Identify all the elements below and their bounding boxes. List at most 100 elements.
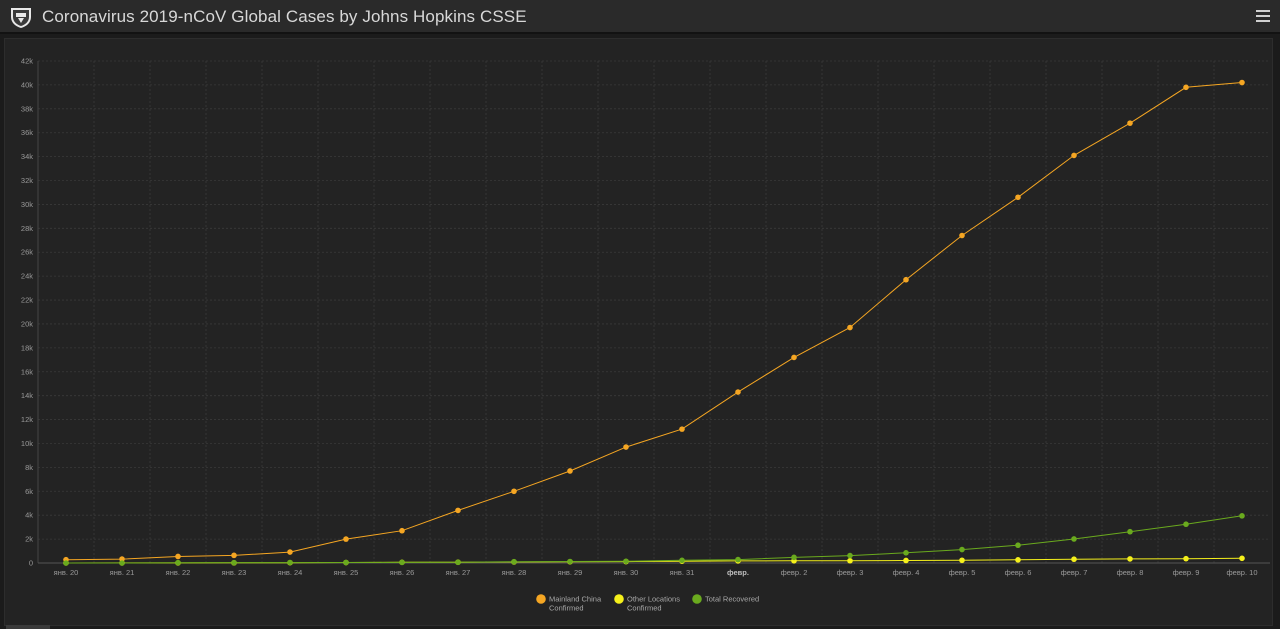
x-tick-label: февр. 7 — [1061, 568, 1088, 577]
data-point[interactable] — [679, 557, 685, 564]
y-tick-label: 36k — [21, 128, 33, 137]
data-point[interactable] — [455, 507, 461, 514]
data-point[interactable] — [287, 549, 293, 555]
data-point[interactable] — [1071, 536, 1077, 542]
y-tick-label: 18k — [21, 343, 33, 352]
data-point[interactable] — [1239, 513, 1245, 519]
y-axis: 0 2k 4k 6k 8k 10k 12k 14k 16k 18k 20k 22k 24k 26k 28k 3… — [21, 57, 39, 568]
data-point[interactable] — [679, 426, 685, 432]
x-tick-label: февр. 2 — [781, 568, 808, 577]
data-point[interactable] — [175, 553, 181, 560]
data-point[interactable] — [735, 556, 741, 563]
y-tick-label: 8k — [25, 463, 33, 472]
data-point[interactable] — [1071, 556, 1077, 563]
y-tick-label: 2k — [25, 535, 33, 544]
data-point[interactable] — [959, 557, 965, 564]
legend-label: Total Recovered — [705, 595, 759, 604]
x-tick-label: янв. 20 — [54, 568, 79, 577]
data-point[interactable] — [1183, 521, 1189, 528]
data-point[interactable] — [399, 559, 405, 566]
y-tick-label: 6k — [25, 487, 33, 496]
data-point[interactable] — [119, 560, 125, 566]
legend-label: Confirmed — [549, 604, 584, 613]
data-point[interactable] — [903, 276, 909, 283]
data-point[interactable] — [1183, 84, 1189, 91]
y-tick-label: 20k — [21, 319, 33, 328]
y-tick-label: 16k — [21, 367, 33, 376]
y-tick-label: 42k — [21, 57, 33, 66]
y-tick-label: 40k — [21, 80, 33, 89]
y-tick-label: 4k — [25, 511, 33, 520]
x-tick-label: янв. 22 — [166, 568, 191, 577]
bottom-tab[interactable] — [6, 625, 50, 629]
data-point[interactable] — [231, 559, 237, 566]
data-point[interactable] — [63, 560, 69, 566]
data-point[interactable] — [1127, 556, 1133, 562]
data-point[interactable] — [455, 559, 461, 566]
x-tick-label: февр. 3 — [837, 568, 864, 577]
data-point[interactable] — [1071, 152, 1077, 159]
data-point[interactable] — [959, 232, 965, 239]
x-tick-label: янв. 21 — [110, 568, 135, 577]
data-point[interactable] — [287, 559, 293, 566]
data-point[interactable] — [623, 444, 629, 450]
x-tick-label: февр. 5 — [949, 568, 976, 577]
data-point[interactable] — [903, 550, 909, 556]
x-tick-label: янв. 31 — [670, 568, 695, 577]
x-tick-label: янв. 28 — [502, 568, 527, 577]
x-tick-label: февр. 8 — [1117, 568, 1144, 577]
y-tick-label: 26k — [21, 248, 33, 257]
chart-legend: Mainland ChinaConfirmedOther LocationsCo… — [536, 594, 759, 613]
data-point[interactable] — [399, 527, 405, 534]
x-tick-label: янв. 29 — [558, 568, 583, 577]
data-point[interactable] — [1015, 542, 1021, 549]
data-point[interactable] — [511, 488, 517, 495]
legend-swatch — [692, 594, 702, 604]
x-tick-label: февр. — [727, 568, 749, 577]
legend-label: Confirmed — [627, 604, 662, 613]
legend-item[interactable]: Other LocationsConfirmed — [614, 594, 680, 613]
legend-item[interactable]: Total Recovered — [692, 594, 759, 604]
legend-swatch — [536, 594, 546, 604]
data-point[interactable] — [1015, 194, 1021, 201]
y-tick-label: 28k — [21, 224, 33, 233]
y-tick-label: 10k — [21, 439, 33, 448]
x-tick-label: февр. 6 — [1005, 568, 1032, 577]
data-point[interactable] — [623, 558, 629, 565]
x-tick-label: февр. 4 — [893, 568, 920, 577]
data-point[interactable] — [735, 389, 741, 395]
app-header: Coronavirus 2019-nCoV Global Cases by Jo… — [0, 0, 1280, 34]
data-point[interactable] — [511, 558, 517, 565]
data-point[interactable] — [959, 546, 965, 553]
chart-grid — [38, 60, 1270, 563]
line-chart: 0 2k 4k 6k 8k 10k 12k 14k 16k 18k 20k 22k 24k 26k 28k 3… — [21, 57, 1270, 613]
legend-label: Other Locations — [627, 595, 680, 604]
data-point[interactable] — [343, 536, 349, 542]
data-point[interactable] — [1015, 557, 1021, 563]
data-point[interactable] — [1127, 120, 1133, 126]
y-tick-label: 22k — [21, 296, 33, 305]
data-point[interactable] — [847, 324, 853, 331]
data-point[interactable] — [1239, 79, 1245, 86]
data-point[interactable] — [343, 559, 349, 566]
app-title: Coronavirus 2019-nCoV Global Cases by Jo… — [42, 7, 527, 26]
data-point[interactable] — [567, 468, 573, 474]
data-point[interactable] — [847, 552, 853, 559]
data-point[interactable] — [1239, 555, 1245, 562]
data-point[interactable] — [1183, 555, 1189, 562]
data-point[interactable] — [1127, 528, 1133, 535]
y-tick-label: 34k — [21, 152, 33, 161]
y-tick-label: 14k — [21, 391, 33, 400]
x-axis: янв. 20 янв. 21 янв. 22 янв. 23 янв. 24 янв. … — [38, 562, 1270, 577]
hamburger-menu-icon[interactable] — [1256, 7, 1270, 25]
y-tick-label: 12k — [21, 415, 33, 424]
data-point[interactable] — [791, 554, 797, 561]
data-point[interactable] — [847, 557, 853, 564]
data-point[interactable] — [903, 557, 909, 564]
data-point[interactable] — [175, 559, 181, 566]
data-point[interactable] — [231, 552, 237, 559]
data-point[interactable] — [567, 558, 573, 565]
y-tick-label: 38k — [21, 104, 33, 113]
legend-item[interactable]: Mainland ChinaConfirmed — [536, 594, 602, 613]
data-point[interactable] — [791, 354, 797, 361]
